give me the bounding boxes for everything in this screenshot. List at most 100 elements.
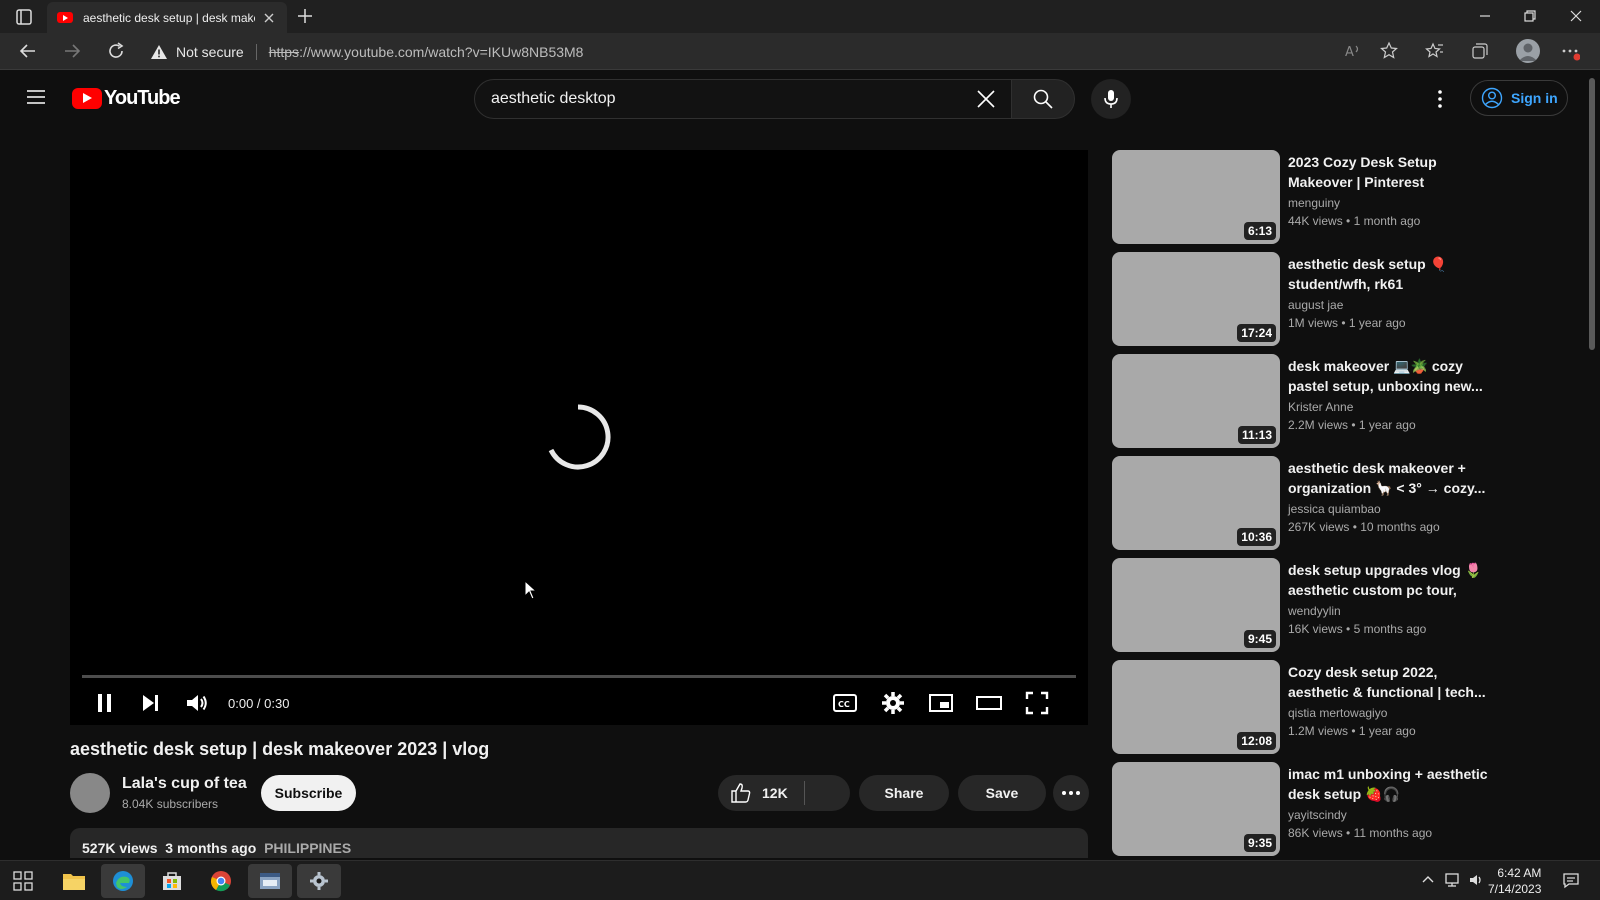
miniplayer-icon[interactable] bbox=[928, 690, 954, 716]
recommendation-title[interactable]: aesthetic desk makeover + organization 🦙… bbox=[1288, 458, 1488, 498]
video-thumbnail[interactable]: 9:35 bbox=[1112, 762, 1280, 856]
video-duration: 10:36 bbox=[1237, 528, 1276, 546]
recommendation-title[interactable]: imac m1 unboxing + aesthetic desk setup … bbox=[1288, 764, 1488, 804]
recommendation-item[interactable]: 12:08 Cozy desk setup 2022, aesthetic & f… bbox=[1112, 660, 1512, 754]
file-explorer-icon[interactable] bbox=[52, 864, 96, 898]
restore-icon[interactable] bbox=[1520, 6, 1540, 26]
address-bar[interactable]: Not secure https://www.youtube.com/watch… bbox=[150, 38, 1370, 65]
network-icon[interactable] bbox=[1444, 871, 1462, 889]
thumbs-up-icon bbox=[731, 783, 751, 803]
recommendation-channel[interactable]: august jae bbox=[1288, 298, 1343, 312]
description-box[interactable]: 527K views 3 months ago PHILIPPINES bbox=[70, 828, 1088, 858]
recommendation-item[interactable]: 11:13 desk makeover 💻🪴 cozy pastel setup,… bbox=[1112, 354, 1512, 448]
store-icon[interactable] bbox=[150, 864, 194, 898]
page-scrollbar[interactable] bbox=[1585, 70, 1600, 860]
minimize-icon[interactable] bbox=[1475, 6, 1495, 26]
recommendation-item[interactable]: 17:24 aesthetic desk setup 🎈 student/wfh,… bbox=[1112, 252, 1512, 346]
search-input[interactable]: aesthetic desktop bbox=[474, 79, 1012, 119]
recommendation-views: 1M views bbox=[1288, 316, 1339, 330]
browser-tab-active[interactable]: aesthetic desk setup | desk makeover 202… bbox=[47, 2, 287, 33]
recommendation-title[interactable]: 2023 Cozy Desk Setup Makeover | Pinteres… bbox=[1288, 152, 1488, 192]
svg-text:CC: CC bbox=[838, 700, 850, 709]
youtube-logo[interactable]: YouTube bbox=[72, 87, 181, 110]
refresh-icon[interactable] bbox=[106, 41, 126, 61]
recommendation-channel[interactable]: menguiny bbox=[1288, 196, 1340, 210]
captions-icon[interactable]: CC bbox=[832, 690, 858, 716]
recommendation-meta: 267K views • 10 months ago bbox=[1288, 520, 1440, 534]
video-player[interactable]: 0:00 / 0:30 CC bbox=[70, 150, 1088, 725]
menu-icon[interactable] bbox=[26, 88, 46, 106]
recommendation-meta: 1.2M views • 1 year ago bbox=[1288, 724, 1416, 738]
theater-mode-icon[interactable] bbox=[976, 690, 1002, 716]
volume-tray-icon[interactable] bbox=[1468, 871, 1486, 889]
scrollbar-thumb[interactable] bbox=[1589, 78, 1595, 350]
notifications-icon[interactable] bbox=[1562, 871, 1580, 889]
start-icon[interactable] bbox=[1, 864, 45, 898]
channel-name[interactable]: Lala's cup of tea bbox=[122, 775, 247, 793]
recommendation-channel[interactable]: Krister Anne bbox=[1288, 400, 1353, 414]
add-favorite-icon[interactable] bbox=[1379, 41, 1399, 61]
recommendation-channel[interactable]: wendyylin bbox=[1288, 604, 1341, 618]
app-window-icon[interactable] bbox=[248, 864, 292, 898]
voice-search-button[interactable] bbox=[1091, 79, 1131, 119]
recommendation-title[interactable]: desk setup upgrades vlog 🌷 aesthetic cus… bbox=[1288, 560, 1488, 600]
recommendation-item[interactable]: 10:36 aesthetic desk makeover + organizat… bbox=[1112, 456, 1512, 550]
close-window-icon[interactable] bbox=[1566, 6, 1586, 26]
edge-browser-icon[interactable] bbox=[101, 864, 145, 898]
fullscreen-icon[interactable] bbox=[1024, 690, 1050, 716]
recommendation-item[interactable]: 9:45 desk setup upgrades vlog 🌷 aesthetic… bbox=[1112, 558, 1512, 652]
clear-search-icon[interactable] bbox=[975, 88, 997, 110]
collections-icon[interactable] bbox=[1470, 41, 1490, 61]
settings-more-icon[interactable] bbox=[1560, 41, 1580, 61]
settings-gear-icon[interactable] bbox=[880, 690, 906, 716]
search-button[interactable] bbox=[1011, 79, 1075, 119]
channel-avatar[interactable] bbox=[70, 773, 110, 813]
video-thumbnail[interactable]: 17:24 bbox=[1112, 252, 1280, 346]
new-tab-icon[interactable] bbox=[296, 7, 314, 25]
next-icon[interactable] bbox=[138, 690, 164, 716]
recommendation-title[interactable]: aesthetic desk setup 🎈 student/wfh, rk61… bbox=[1288, 254, 1488, 294]
recommendation-meta: 1M views • 1 year ago bbox=[1288, 316, 1406, 330]
back-icon[interactable] bbox=[18, 41, 38, 61]
recommendation-channel[interactable]: jessica quiambao bbox=[1288, 502, 1381, 516]
recommendation-views: 2.2M views bbox=[1288, 418, 1349, 432]
url-text[interactable]: https://www.youtube.com/watch?v=IKUw8NB5… bbox=[269, 44, 584, 60]
recommendation-channel[interactable]: qistia mertowagiyo bbox=[1288, 706, 1387, 720]
recommendation-title[interactable]: Cozy desk setup 2022, aesthetic & functi… bbox=[1288, 662, 1488, 702]
warning-icon[interactable] bbox=[150, 44, 168, 60]
progress-bar[interactable] bbox=[82, 675, 1076, 678]
tab-close-icon[interactable] bbox=[261, 10, 277, 26]
location[interactable]: PHILIPPINES bbox=[264, 840, 351, 856]
settings-menu-icon[interactable] bbox=[1430, 88, 1450, 110]
more-actions-button[interactable] bbox=[1053, 775, 1089, 811]
video-thumbnail[interactable]: 9:45 bbox=[1112, 558, 1280, 652]
recommendation-channel[interactable]: yayitscindy bbox=[1288, 808, 1347, 822]
video-thumbnail[interactable]: 10:36 bbox=[1112, 456, 1280, 550]
read-aloud-icon[interactable]: A bbox=[1343, 41, 1363, 61]
video-thumbnail[interactable]: 12:08 bbox=[1112, 660, 1280, 754]
security-label[interactable]: Not secure bbox=[176, 44, 244, 60]
volume-icon[interactable] bbox=[184, 690, 210, 716]
subscribe-button[interactable]: Subscribe bbox=[261, 775, 356, 811]
recommendation-title[interactable]: desk makeover 💻🪴 cozy pastel setup, unbo… bbox=[1288, 356, 1488, 396]
show-hidden-icons-icon[interactable] bbox=[1419, 871, 1437, 889]
tab-actions-icon[interactable] bbox=[12, 8, 36, 26]
recommendation-meta: 86K views • 11 months ago bbox=[1288, 826, 1433, 840]
sign-in-button[interactable]: Sign in bbox=[1470, 80, 1568, 116]
like-button[interactable]: 12K bbox=[718, 775, 850, 811]
profile-avatar[interactable] bbox=[1516, 39, 1540, 63]
video-duration: 9:45 bbox=[1243, 630, 1276, 648]
recommendation-item[interactable]: 6:13 2023 Cozy Desk Setup Makeover | Pint… bbox=[1112, 150, 1512, 244]
pause-icon[interactable] bbox=[92, 690, 118, 716]
save-button[interactable]: Save bbox=[958, 775, 1046, 811]
video-duration: 11:13 bbox=[1237, 426, 1276, 444]
share-button[interactable]: Share bbox=[859, 775, 949, 811]
settings-app-icon[interactable] bbox=[297, 864, 341, 898]
chrome-icon[interactable] bbox=[199, 864, 243, 898]
favorites-icon[interactable] bbox=[1425, 41, 1445, 61]
video-thumbnail[interactable]: 6:13 bbox=[1112, 150, 1280, 244]
system-clock[interactable]: 6:42 AM 7/14/2023 bbox=[1488, 865, 1541, 897]
video-thumbnail[interactable]: 11:13 bbox=[1112, 354, 1280, 448]
recommendation-item[interactable]: 9:35 imac m1 unboxing + aesthetic desk se… bbox=[1112, 762, 1512, 856]
forward-icon[interactable] bbox=[62, 41, 82, 61]
